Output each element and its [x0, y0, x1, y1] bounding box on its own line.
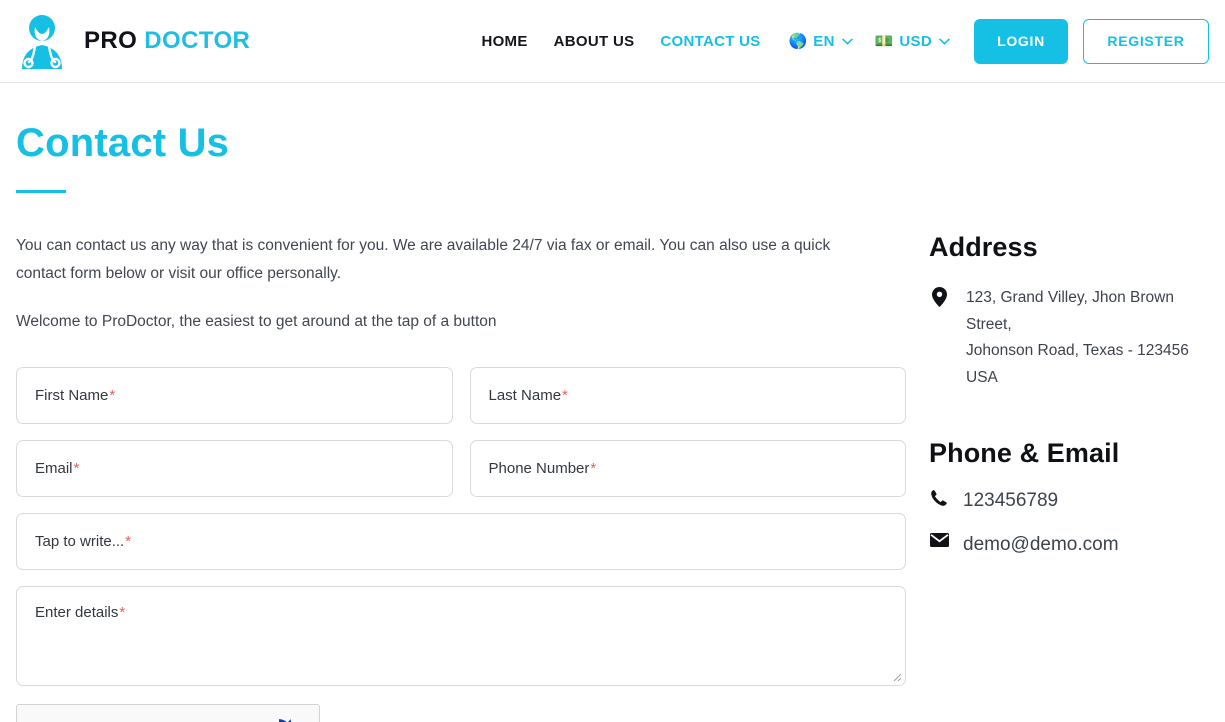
page-title-block: Contact Us [16, 83, 1209, 193]
title-underline-accent [16, 190, 66, 193]
first-name-input[interactable]: First Name * [16, 366, 453, 424]
email-line[interactable]: demo@demo.com [929, 531, 1209, 558]
recaptcha-logo-icon [278, 719, 291, 722]
page-content: Contact Us You can contact us any way th… [0, 83, 1225, 722]
email-placeholder: Email [35, 459, 73, 477]
form-row-details: Enter details * [16, 585, 906, 686]
required-asterisk: * [119, 603, 126, 621]
contact-form-column: You can contact us any way that is conve… [16, 232, 906, 722]
brand-name: PRO DOCTOR [84, 27, 250, 55]
chevron-down-icon [841, 38, 853, 45]
chevron-down-icon [939, 38, 950, 45]
language-selector[interactable]: 🌎 EN [789, 33, 853, 50]
currency-selector[interactable]: 💵 USD [875, 33, 950, 50]
form-row-name: First Name * Last Name * [16, 366, 906, 424]
address-line: 123, Grand Villey, Jhon Brown Street, Joh… [929, 285, 1209, 392]
content-grid: You can contact us any way that is conve… [16, 232, 1209, 722]
envelope-icon [929, 531, 949, 548]
phone-line[interactable]: 123456789 [929, 487, 1209, 514]
phone-number-placeholder: Phone Number [488, 459, 590, 477]
required-asterisk: * [73, 459, 80, 477]
email-input[interactable]: Email * [16, 439, 453, 497]
details-textarea[interactable]: Enter details * [16, 585, 906, 686]
address-line-1: 123, Grand Villey, Jhon Brown Street, [966, 289, 1174, 333]
doctor-avatar-icon [22, 15, 62, 69]
required-asterisk: * [125, 532, 132, 550]
auth-buttons: LOGIN REGISTER [974, 18, 1209, 64]
subject-placeholder: Tap to write... [35, 532, 125, 550]
brand-logo[interactable]: PRO DOCTOR [14, 11, 250, 71]
login-button[interactable]: LOGIN [974, 18, 1068, 64]
last-name-placeholder: Last Name [488, 386, 562, 404]
address-text: 123, Grand Villey, Jhon Brown Street, Joh… [966, 285, 1209, 392]
currency-selector-label: USD [899, 32, 932, 50]
form-row-contact: Email * Phone Number * [16, 439, 906, 497]
required-asterisk: * [109, 386, 116, 404]
nav-item-contact-us[interactable]: CONTACT US [660, 33, 760, 50]
phone-icon [929, 487, 949, 507]
field-phone-number: Phone Number * [469, 439, 906, 497]
intro-paragraph-2: Welcome to ProDoctor, the easiest to get… [16, 313, 497, 331]
recaptcha-widget[interactable]: I'm not a robot reCAPTCHA Privacy - Term… [16, 703, 320, 722]
phone-number-text: 123456789 [963, 489, 1059, 511]
main-navigation: HOME ABOUT US CONTACT US [481, 33, 760, 50]
first-name-placeholder: First Name [35, 386, 109, 404]
brand-name-primary: PRO [84, 27, 138, 54]
field-details: Enter details * [16, 585, 906, 686]
field-last-name: Last Name * [469, 366, 906, 424]
language-selector-label: EN [813, 32, 835, 50]
site-header: PRO DOCTOR HOME ABOUT US CONTACT US 🌎 EN… [0, 0, 1225, 83]
contact-form: First Name * Last Name * Email * Phone N… [16, 366, 906, 722]
required-asterisk: * [562, 386, 568, 404]
email-text: demo@demo.com [963, 534, 1119, 556]
phone-email-block: Phone & Email 123456789 demo@demo.com [929, 438, 1209, 558]
nav-item-home[interactable]: HOME [481, 33, 527, 50]
field-first-name: First Name * [16, 366, 453, 424]
resize-handle-icon[interactable] [893, 673, 902, 682]
form-row-subject: Tap to write... * [16, 512, 906, 570]
nav-item-about-us[interactable]: ABOUT US [554, 33, 635, 50]
address-line-2: Johonson Road, Texas - 123456 [966, 342, 1189, 360]
subject-input[interactable]: Tap to write... * [16, 512, 906, 570]
required-asterisk: * [590, 459, 597, 477]
recaptcha-branding: reCAPTCHA Privacy - Terms [250, 714, 307, 722]
address-heading: Address [929, 232, 1038, 262]
map-pin-icon [929, 285, 949, 307]
globe-icon: 🌎 [788, 32, 808, 50]
address-block: Address 123, Grand Villey, Jhon Brown St… [929, 232, 1209, 392]
field-subject: Tap to write... * [16, 512, 906, 570]
brand-name-secondary: DOCTOR [144, 27, 251, 54]
address-line-3: USA [966, 368, 998, 386]
header-right: HOME ABOUT US CONTACT US 🌎 EN 💵 USD LOGI [250, 18, 1209, 64]
locale-selectors: 🌎 EN 💵 USD [789, 33, 950, 50]
phone-email-heading: Phone & Email [929, 437, 1120, 468]
register-button[interactable]: REGISTER [1083, 18, 1209, 64]
contact-info-sidebar: Address 123, Grand Villey, Jhon Brown St… [906, 232, 1209, 558]
phone-number-input[interactable]: Phone Number * [469, 439, 906, 497]
money-icon: 💵 [874, 32, 894, 50]
last-name-input[interactable]: Last Name * [469, 366, 906, 424]
page-title: Contact Us [16, 121, 230, 165]
details-placeholder: Enter details [35, 603, 119, 621]
intro-paragraph-1: You can contact us any way that is conve… [16, 237, 831, 282]
field-email: Email * [16, 439, 453, 497]
